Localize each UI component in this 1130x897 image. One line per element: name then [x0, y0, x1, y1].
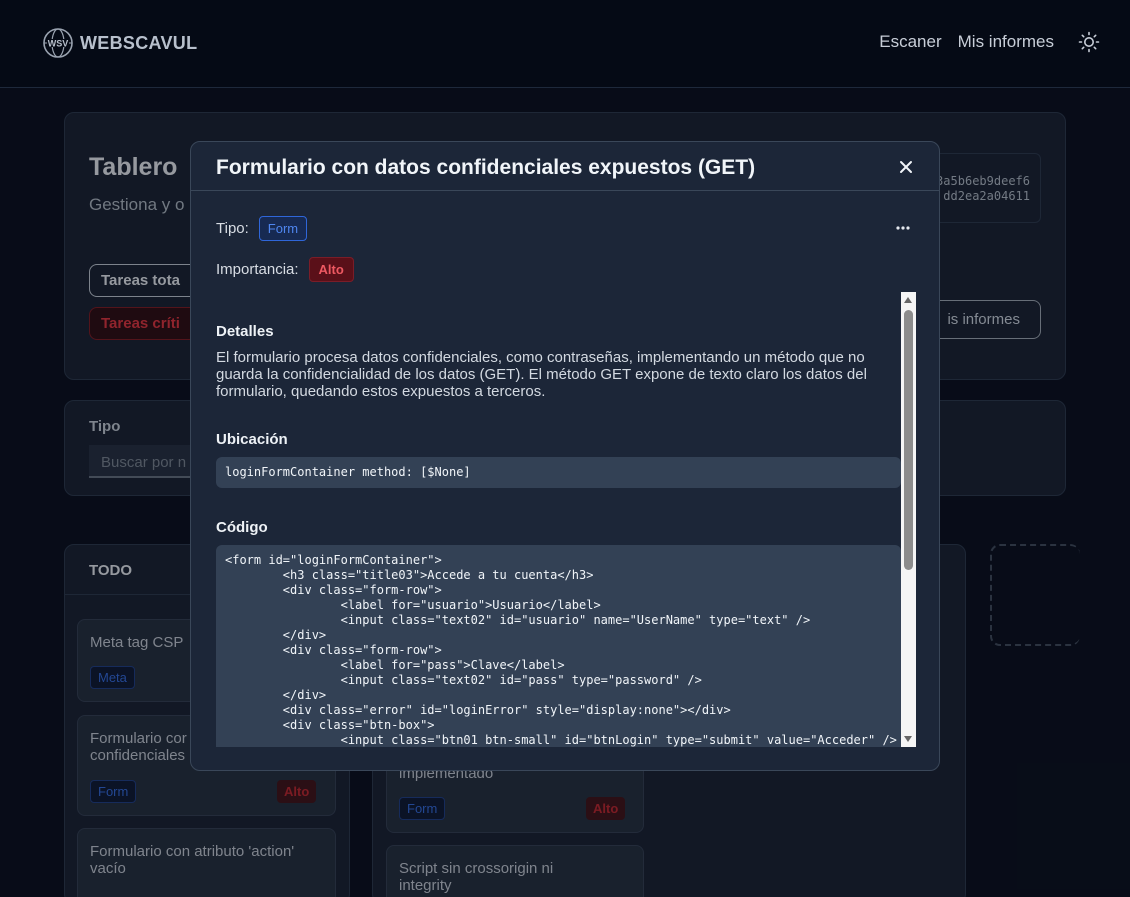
type-row: Tipo: Form [216, 216, 308, 241]
app-logo[interactable]: WSV WEBSCAVUL [42, 27, 197, 59]
importance-badge: Alto [308, 257, 354, 282]
code-line: <input class="btn01 btn-small" id="btnLo… [225, 733, 897, 747]
top-navbar: WSV WEBSCAVUL Escaner Mis informes [0, 0, 1130, 88]
more-horizontal-icon[interactable] [894, 224, 912, 232]
close-icon[interactable] [897, 158, 915, 176]
code-line: <form id="loginFormContainer"> [225, 553, 442, 567]
code-line: <div class="btn-box"> [225, 718, 435, 732]
code-line: <input class="text02" id="pass" type="pa… [225, 673, 702, 687]
scrollbar-thumb[interactable] [904, 310, 913, 570]
vulnerability-detail-modal: Formulario con datos confidenciales expu… [190, 141, 940, 771]
importance-label: Importancia: [216, 261, 299, 278]
logo-badge: WSV [48, 39, 69, 49]
importance-row: Importancia: Alto [216, 257, 354, 282]
modal-title: Formulario con datos confidenciales expu… [216, 156, 756, 179]
main-nav: Escaner Mis informes [879, 31, 1100, 53]
code-line: <div class="form-row"> [225, 583, 442, 597]
code-line: <label for="usuario">Usuario</label> [225, 598, 601, 612]
type-label: Tipo: [216, 220, 249, 237]
code-line: </div> [225, 688, 327, 702]
code-line: <div class="form-row"> [225, 643, 442, 657]
modal-scrollbar[interactable] [901, 292, 916, 747]
globe-logo-icon: WSV [43, 28, 73, 58]
code-line: <label for="pass">Clave</label> [225, 658, 565, 672]
code-line: <div class="error" id="loginError" style… [225, 703, 731, 717]
location-value: loginFormContainer method: [$None] [216, 457, 901, 488]
code-heading: Código [216, 519, 268, 536]
code-block: <form id="loginFormContainer"> <h3 class… [216, 545, 901, 747]
code-line: </div> [225, 628, 327, 642]
code-line: <h3 class="title03">Accede a tu cuenta</… [225, 568, 594, 582]
details-heading: Detalles [216, 323, 274, 340]
code-line: <input class="text02" id="usuario" name=… [225, 613, 811, 627]
modal-header: Formulario con datos confidenciales expu… [191, 142, 939, 191]
scroll-down-arrow-icon[interactable] [904, 736, 912, 742]
location-heading: Ubicación [216, 431, 288, 448]
sun-icon[interactable] [1078, 31, 1100, 53]
app-name: WEBSCAVUL [80, 32, 198, 53]
scroll-up-arrow-icon[interactable] [904, 297, 912, 303]
nav-escaner-link[interactable]: Escaner [879, 32, 941, 52]
modal-scroll-area[interactable]: Detalles El formulario procesa datos con… [216, 292, 916, 747]
nav-mis-informes-link[interactable]: Mis informes [958, 32, 1054, 52]
type-badge: Form [258, 216, 308, 241]
details-text: El formulario procesa datos confidencial… [216, 349, 867, 400]
